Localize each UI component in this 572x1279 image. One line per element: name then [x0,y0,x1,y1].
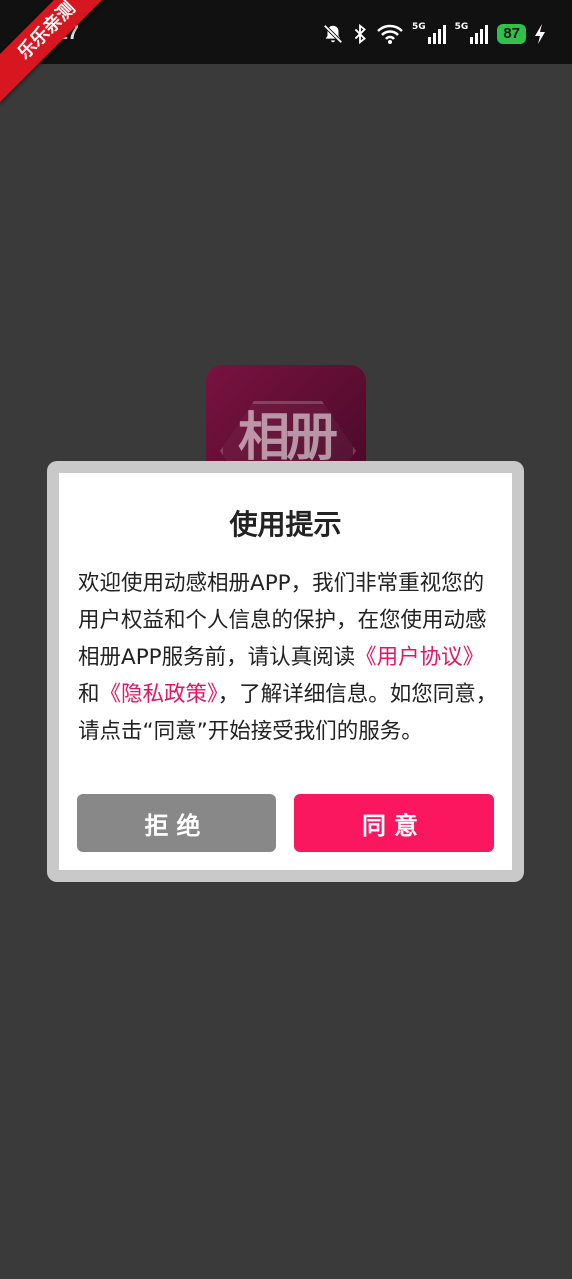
signal-icon: 5G [412,22,447,45]
agree-button[interactable]: 同意 [294,794,494,852]
bluetooth-icon [352,23,368,45]
battery-icon: 87 [497,24,526,44]
user-agreement-link[interactable]: 《用户协议》 [355,645,484,670]
wifi-icon [376,23,404,45]
privacy-policy-link[interactable]: 《隐私政策》 [100,682,218,707]
logo-text: 相册 [238,408,338,468]
network-type-label: 5G [412,22,426,32]
refuse-button[interactable]: 拒绝 [77,794,276,852]
mute-bell-icon [322,23,344,45]
dialog-title: 使用提示 [229,508,342,541]
network-type-label: 5G [454,22,469,32]
status-icons: 5G 5G 87 [322,20,546,48]
app-logo: 相册 [206,365,366,475]
body-text: 和 [78,682,100,707]
privacy-dialog: 使用提示 欢迎使用动感相册APP，我们非常重视您的用户权益和个人信息的保护，在您… [59,473,512,870]
signal-icon: 5G [454,22,490,45]
dialog-body[interactable]: 欢迎使用动感相册APP，我们非常重视您的用户权益和个人信息的保护，在您使用动感相… [78,565,498,755]
charging-icon [534,23,546,45]
